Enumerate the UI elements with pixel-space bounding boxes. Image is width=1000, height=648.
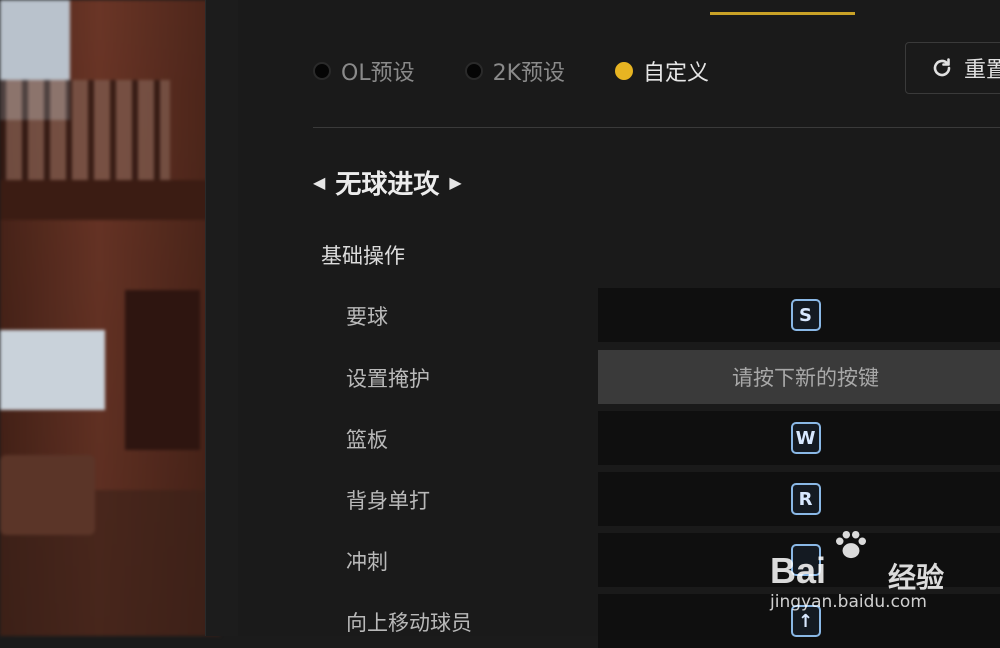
preset-2k[interactable]: 2K预设: [464, 55, 566, 87]
binding-row-move-player-up: 向上移动球员 ↑: [238, 594, 1000, 648]
key-binding-slot[interactable]: [598, 533, 1000, 587]
key-binding-slot-listening[interactable]: 请按下新的按键: [598, 350, 1000, 404]
settings-panel: OL预设 2K预设 自定义 重置 ◀ 无球进攻 ▶ 基础操作 要球 S 设置掩护…: [205, 0, 1000, 648]
divider: [313, 127, 1000, 128]
radio-selected-icon: [615, 62, 634, 80]
binding-label: 设置掩护: [346, 367, 430, 391]
binding-label: 背身单打: [346, 489, 430, 513]
preset-custom[interactable]: 自定义: [615, 55, 709, 87]
binding-row-post-up: 背身单打 R: [238, 472, 1000, 526]
preset-selector: OL预设 2K预设 自定义: [313, 56, 759, 86]
preset-label: OL预设: [341, 61, 415, 86]
preset-ol[interactable]: OL预设: [313, 55, 415, 87]
reset-label: 重置: [963, 58, 1000, 83]
key-cap: S: [790, 299, 821, 331]
binding-label: 冲刺: [346, 550, 388, 574]
preset-label: 自定义: [643, 61, 710, 86]
binding-label: 篮板: [346, 428, 388, 452]
binding-row-set-screen: 设置掩护 请按下新的按键: [238, 350, 1000, 404]
prev-category-arrow-icon[interactable]: ◀: [313, 173, 325, 192]
binding-row-sprint: 冲刺: [238, 533, 1000, 587]
key-cap: ↑: [790, 605, 821, 637]
key-binding-slot[interactable]: W: [598, 411, 1000, 465]
key-binding-slot[interactable]: S: [598, 288, 1000, 342]
key-binding-slot[interactable]: ↑: [598, 594, 1000, 648]
radio-icon: [464, 62, 483, 80]
binding-row-rebound: 篮板 W: [238, 411, 1000, 465]
binding-row-request-ball: 要球 S: [238, 288, 1000, 342]
keybind-settings: OL预设 2K预设 自定义 重置 ◀ 无球进攻 ▶ 基础操作 要球 S 设置掩护…: [238, 0, 1000, 648]
key-cap: R: [790, 483, 821, 515]
radio-icon: [313, 62, 331, 80]
key-cap: W: [790, 422, 821, 454]
key-cap: [790, 544, 821, 576]
reset-button[interactable]: 重置: [905, 42, 1000, 94]
key-binding-slot[interactable]: R: [598, 472, 1000, 526]
subsection-title: 基础操作: [321, 244, 405, 268]
refresh-icon: [933, 58, 951, 77]
category-switcher: ◀ 无球进攻 ▶: [313, 162, 462, 202]
active-tab-indicator: [710, 12, 855, 15]
next-category-arrow-icon[interactable]: ▶: [449, 173, 461, 192]
binding-label: 向上移动球员: [346, 611, 472, 635]
game-background: [0, 0, 220, 636]
binding-label: 要球: [346, 305, 388, 329]
preset-label: 2K预设: [492, 61, 566, 86]
category-title: 无球进攻: [335, 169, 440, 200]
